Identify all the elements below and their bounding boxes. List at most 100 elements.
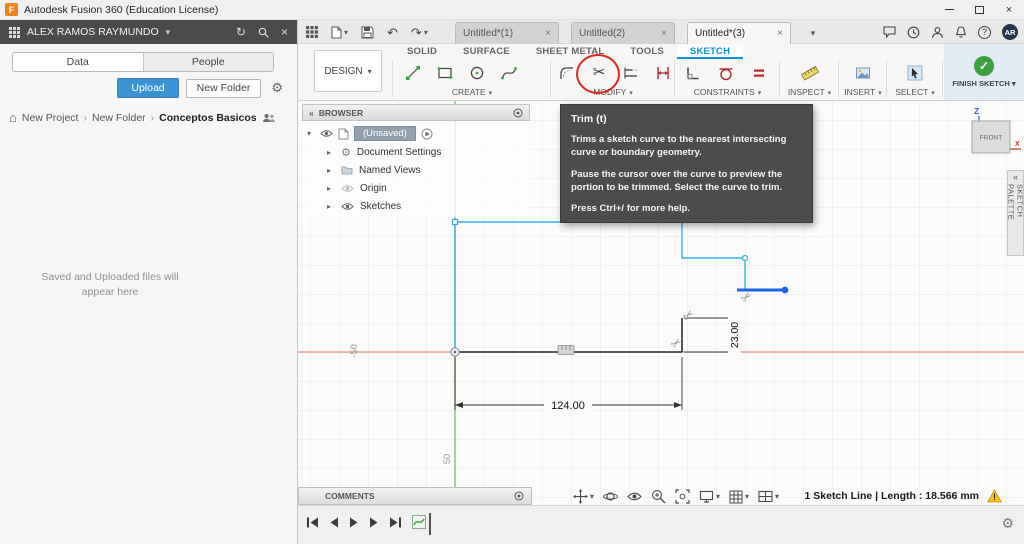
user-icon[interactable] xyxy=(931,26,944,39)
maximize-button[interactable] xyxy=(964,0,994,19)
step-back-icon[interactable] xyxy=(329,517,339,528)
comments-bar[interactable]: COMMENTS xyxy=(298,487,532,505)
expand-icon[interactable]: ▸ xyxy=(327,202,335,211)
bell-icon[interactable] xyxy=(955,25,967,39)
insert-image-button[interactable] xyxy=(851,61,875,85)
tab-solid[interactable]: SOLID xyxy=(394,44,450,59)
environment-selector[interactable]: DESIGN ▾ xyxy=(314,50,382,92)
data-panel-settings-gear-icon[interactable]: ⚙ xyxy=(271,80,283,96)
line-tool-button[interactable] xyxy=(401,61,425,85)
upload-button[interactable]: Upload xyxy=(117,78,179,98)
browser-item-sketches[interactable]: ▸ Sketches xyxy=(302,197,530,215)
comments-filter-icon[interactable] xyxy=(514,491,524,501)
home-icon[interactable]: ⌂ xyxy=(9,110,17,125)
save-icon[interactable] xyxy=(361,26,374,39)
expand-icon[interactable]: ▸ xyxy=(327,166,335,175)
sketch-palette-tab[interactable]: « SKETCH PALETTE xyxy=(1007,170,1024,256)
tab-list-chevron-icon[interactable]: ▾ xyxy=(803,22,823,44)
look-at-button[interactable] xyxy=(627,490,642,503)
browser-item-document-settings[interactable]: ▸ ⚙ Document Settings xyxy=(302,143,530,161)
fit-button[interactable] xyxy=(675,489,690,504)
sketch-point[interactable] xyxy=(781,286,789,294)
create-group-label[interactable]: CREATE ▾ xyxy=(396,87,548,97)
activate-radio-icon[interactable] xyxy=(421,128,433,140)
grid-settings-button[interactable]: ▾ xyxy=(729,490,749,504)
show-data-panel-icon[interactable] xyxy=(306,26,318,38)
constraints-group-label[interactable]: CONSTRAINTS ▾ xyxy=(676,87,779,97)
sketch-corner-handle[interactable] xyxy=(451,218,459,226)
new-folder-button[interactable]: New Folder xyxy=(185,78,262,98)
expand-icon[interactable]: ▸ xyxy=(327,184,335,193)
eye-icon[interactable] xyxy=(341,202,354,211)
document-root-label[interactable]: (Unsaved) xyxy=(354,126,416,141)
user-name[interactable]: ALEX RAMOS RAYMUNDO xyxy=(27,26,159,38)
sketch-dimension-tool-button[interactable] xyxy=(652,61,674,85)
eye-icon[interactable] xyxy=(320,129,333,138)
tab-close-icon[interactable]: × xyxy=(661,28,667,39)
origin-point[interactable] xyxy=(450,347,460,357)
minimize-button[interactable] xyxy=(934,0,964,19)
timeline-position-marker[interactable] xyxy=(429,513,431,535)
dimension-horizontal[interactable]: 124.00 xyxy=(454,357,683,413)
undo-icon[interactable]: ↶ xyxy=(387,26,398,39)
collapse-icon[interactable]: « xyxy=(309,108,314,118)
comment-icon[interactable] xyxy=(883,26,896,38)
tab-sketch-active[interactable]: SKETCH xyxy=(676,44,744,59)
viewports-button[interactable]: ▾ xyxy=(758,490,779,503)
spline-tool-button[interactable] xyxy=(497,61,521,85)
file-menu-button[interactable]: ▾ xyxy=(331,26,348,39)
rectangle-tool-button[interactable] xyxy=(433,61,457,85)
eye-hidden-icon[interactable] xyxy=(341,184,354,193)
clock-icon[interactable] xyxy=(907,26,920,39)
doc-tab-untitled-2[interactable]: Untitled(2) × xyxy=(571,22,675,44)
expand-palette-icon[interactable]: « xyxy=(1013,173,1018,182)
tab-close-icon[interactable]: × xyxy=(545,28,551,39)
data-panel-close-icon[interactable]: × xyxy=(281,25,288,39)
perpendicular-constraint-button[interactable] xyxy=(681,61,705,85)
display-settings-button[interactable]: ▾ xyxy=(699,490,720,503)
equal-constraint-button[interactable] xyxy=(747,61,771,85)
fillet-tool-button[interactable] xyxy=(556,61,578,85)
display-filter-icon[interactable] xyxy=(513,108,523,118)
help-icon[interactable]: ? xyxy=(978,25,991,39)
pan-button[interactable]: ▾ xyxy=(573,489,594,504)
view-cube[interactable]: Z FRONT X xyxy=(952,103,1022,165)
viewcube-front-label[interactable]: FRONT xyxy=(980,135,1002,142)
user-menu-chevron-icon[interactable]: ▾ xyxy=(166,27,171,38)
tab-tools[interactable]: TOOLS xyxy=(617,44,677,59)
orbit-button[interactable] xyxy=(603,489,618,504)
browser-root-row[interactable]: ▾ (Unsaved) xyxy=(302,124,530,143)
inspect-group-label[interactable]: INSPECT ▾ xyxy=(781,87,838,97)
zoom-button[interactable] xyxy=(651,489,666,504)
select-group-label[interactable]: SELECT ▾ xyxy=(888,87,942,97)
dimension-value-vertical[interactable]: 23.00 xyxy=(729,322,741,348)
redo-button[interactable]: ↷ ▾ xyxy=(411,26,428,39)
measure-tool-button[interactable] xyxy=(798,61,822,85)
sketch-point[interactable] xyxy=(741,254,749,262)
doc-tab-untitled-3-active[interactable]: Untitled*(3) × xyxy=(687,22,791,44)
breadcrumb-item[interactable]: New Folder xyxy=(92,112,146,124)
breadcrumb-item-current[interactable]: Conceptos Basicos xyxy=(159,112,256,124)
app-grid-icon[interactable] xyxy=(9,26,20,38)
insert-group-label[interactable]: INSERT ▾ xyxy=(840,87,886,97)
avatar[interactable]: AR xyxy=(1002,24,1018,40)
tab-close-icon[interactable]: × xyxy=(777,28,783,39)
finish-sketch-button[interactable]: ✓ FINISH SKETCH ▾ xyxy=(944,44,1024,100)
browser-item-named-views[interactable]: ▸ Named Views xyxy=(302,161,530,179)
share-people-icon[interactable] xyxy=(262,113,276,123)
expand-icon[interactable]: ▾ xyxy=(307,129,315,138)
expand-icon[interactable]: ▸ xyxy=(327,148,335,157)
timeline-sketch-feature[interactable] xyxy=(412,515,426,532)
doc-tab-untitled-1[interactable]: Untitled*(1) × xyxy=(455,22,559,44)
go-to-end-icon[interactable] xyxy=(389,517,402,528)
sketch-curve-cyan[interactable] xyxy=(454,221,746,352)
tab-people[interactable]: People xyxy=(142,53,273,71)
browser-item-origin[interactable]: ▸ Origin xyxy=(302,179,530,197)
warning-icon[interactable]: ! xyxy=(987,489,1002,503)
tangent-constraint-button[interactable] xyxy=(714,61,738,85)
step-forward-icon[interactable] xyxy=(369,517,379,528)
go-to-start-icon[interactable] xyxy=(306,517,319,528)
extend-tool-button[interactable] xyxy=(620,61,642,85)
play-icon[interactable] xyxy=(349,517,359,528)
select-tool-button[interactable] xyxy=(903,61,927,85)
